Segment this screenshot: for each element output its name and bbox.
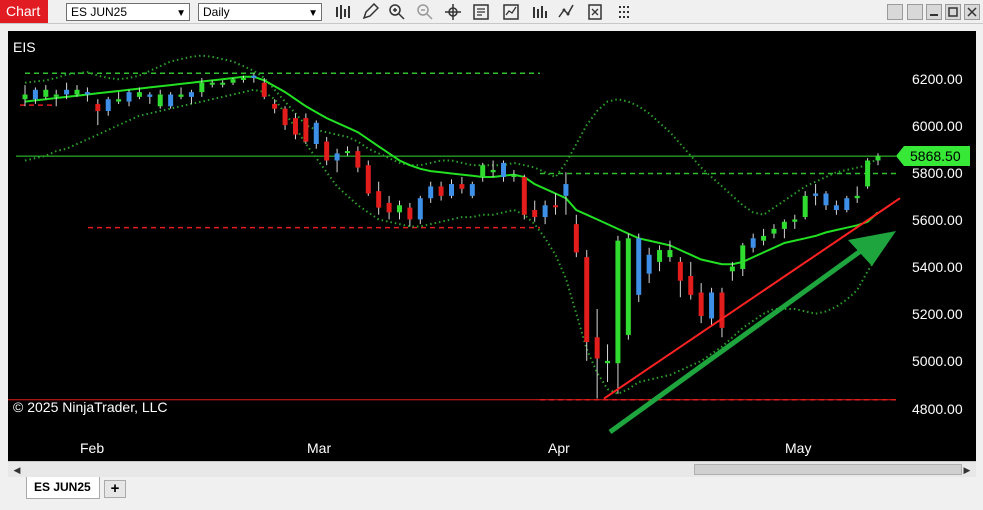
minimize-icon bbox=[930, 14, 938, 16]
last-price-label: 5868.50 bbox=[910, 148, 961, 164]
window-options-button[interactable] bbox=[907, 4, 923, 20]
price-axis-label: 6000.00 bbox=[912, 118, 963, 134]
indicators-icon[interactable] bbox=[502, 3, 520, 21]
scroll-right-icon[interactable]: ▶ bbox=[960, 463, 974, 477]
menu-icon[interactable] bbox=[616, 3, 634, 21]
instrument-select-value: ES JUN25 bbox=[71, 5, 128, 19]
price-axis-label: 5400.00 bbox=[912, 259, 963, 275]
chevron-down-icon: ▼ bbox=[176, 8, 186, 19]
price-axis-label: 5800.00 bbox=[912, 165, 963, 181]
crosshair-icon[interactable] bbox=[444, 3, 462, 21]
tab-es-jun25[interactable]: ES JUN25 bbox=[26, 477, 100, 499]
zoom-out-icon[interactable] bbox=[416, 3, 434, 21]
draw-pencil-icon[interactable] bbox=[361, 3, 379, 21]
chart-toolbar: Chart ES JUN25 ▼ Daily ▼ bbox=[0, 0, 983, 24]
chart-panel[interactable] bbox=[8, 31, 976, 461]
chevron-down-icon: ▼ bbox=[308, 8, 318, 19]
time-axis-label: May bbox=[785, 440, 812, 456]
bar-style-icon[interactable] bbox=[334, 3, 352, 21]
copyright-text: © 2025 NinjaTrader, LLC bbox=[13, 399, 168, 415]
properties-icon[interactable] bbox=[557, 3, 575, 21]
minimize-button[interactable] bbox=[926, 4, 942, 20]
price-axis-label: 5000.00 bbox=[912, 353, 963, 369]
period-select[interactable]: Daily ▼ bbox=[198, 3, 322, 21]
strategies-icon[interactable] bbox=[531, 3, 549, 21]
maximize-button[interactable] bbox=[945, 4, 961, 20]
time-axis-label: Apr bbox=[548, 440, 570, 456]
price-axis-label: 5200.00 bbox=[912, 306, 963, 322]
data-box-icon[interactable] bbox=[472, 3, 490, 21]
more-icon[interactable] bbox=[586, 3, 604, 21]
window-restore-button[interactable] bbox=[887, 4, 903, 20]
price-axis-label: 6200.00 bbox=[912, 71, 963, 87]
zoom-in-icon[interactable] bbox=[388, 3, 406, 21]
add-tab-button[interactable]: + bbox=[104, 480, 126, 498]
period-select-value: Daily bbox=[203, 5, 230, 19]
horizontal-scrollbar[interactable]: ◀ ▶ bbox=[8, 461, 976, 477]
time-axis-label: Mar bbox=[307, 440, 332, 456]
price-axis-label: 4800.00 bbox=[912, 401, 963, 417]
close-button[interactable] bbox=[964, 4, 980, 20]
close-icon bbox=[967, 7, 977, 17]
maximize-icon bbox=[948, 7, 958, 17]
scrollbar-thumb[interactable] bbox=[694, 464, 962, 475]
chart-window-title: Chart bbox=[0, 0, 48, 23]
time-axis-label: Feb bbox=[80, 440, 105, 456]
instrument-select[interactable]: ES JUN25 ▼ bbox=[66, 3, 190, 21]
instrument-label: EIS bbox=[13, 39, 36, 55]
scroll-left-icon[interactable]: ◀ bbox=[10, 463, 24, 477]
chart-tab-strip: ES JUN25 + bbox=[0, 477, 983, 510]
price-axis-label: 5600.00 bbox=[912, 212, 963, 228]
